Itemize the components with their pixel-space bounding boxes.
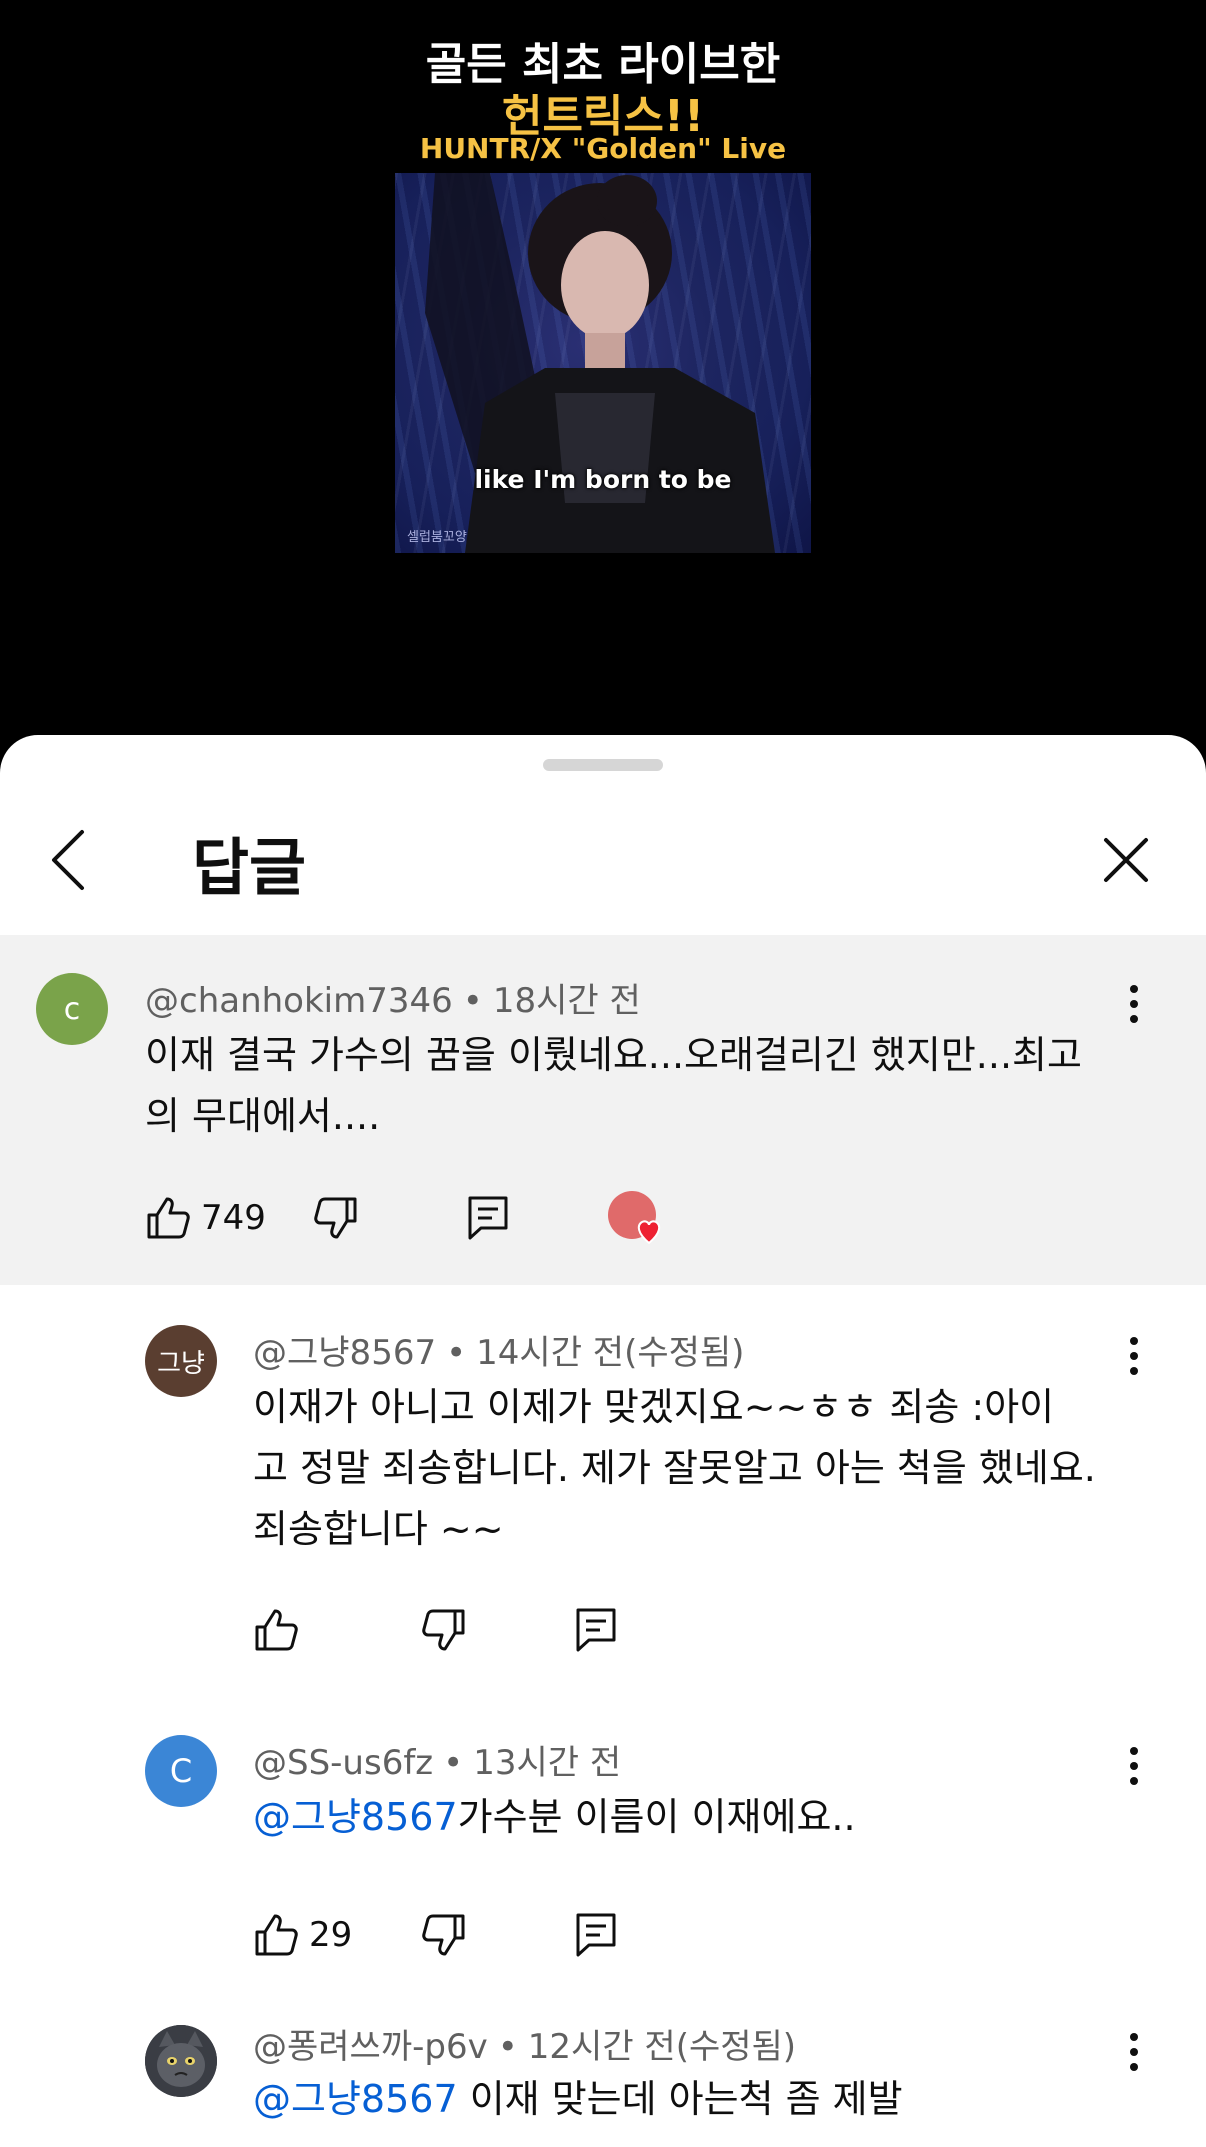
creator-heart <box>607 1185 677 1255</box>
dislike-button[interactable] <box>421 1900 467 1970</box>
dislike-button[interactable] <box>313 1183 359 1253</box>
mention-link[interactable]: @그냥8567 <box>253 2077 458 2121</box>
video-frame[interactable]: like I'm born to be 셀럽붐꼬양 <box>395 173 811 553</box>
more-vertical-icon <box>1130 1337 1138 1375</box>
meta-separator: • <box>446 1333 467 1373</box>
comment-text: @그냥8567가수분 이름이 이재에요.. <box>253 1787 1153 1848</box>
close-icon <box>1104 838 1148 882</box>
comment-time: 18시간 전 <box>492 981 641 1021</box>
comment-author[interactable]: @chanhokim7346 <box>145 981 453 1021</box>
meta-separator: • <box>497 2027 518 2067</box>
like-button[interactable]: 29 <box>253 1900 352 1970</box>
replies-sheet: 답글 c @chanhokim7346 • 18시간 전 이재 결국 가수의 꿈을 … <box>0 735 1206 2147</box>
comment-actions <box>253 1595 1053 1665</box>
avatar[interactable]: C <box>145 1735 217 1807</box>
heart-icon <box>608 1191 661 1245</box>
like-count: 749 <box>201 1198 266 1238</box>
dislike-button[interactable] <box>421 1595 467 1665</box>
reply-button[interactable] <box>467 1183 509 1253</box>
comment-text: 이재 결국 가수의 꿈을 이뤘네요...오래걸리긴 했지만...최고 의 무대에… <box>145 1025 1145 1147</box>
avatar[interactable]: 그냥 <box>145 1325 217 1397</box>
comment-text: 이재가 아니고 이제가 맞겠지요~~ㅎㅎ 죄송 :아이 고 정말 죄송합니다. … <box>253 1377 1153 1560</box>
like-count: 29 <box>309 1915 353 1955</box>
comment-text-body: 이재 맞는데 아는척 좀 제발 <box>457 2077 903 2121</box>
thumbs-down-icon <box>422 1914 465 1956</box>
comment-actions: 29 <box>253 1900 1053 1970</box>
comment-text: @그냥8567 이재 맞는데 아는척 좀 제발 <box>253 2069 1153 2130</box>
avatar-text: C <box>169 1752 193 1790</box>
comment-meta: @SS-us6fz • 13시간 전 <box>253 1735 621 1784</box>
back-button[interactable] <box>48 785 128 935</box>
video-player[interactable]: 골든 최초 라이브한 헌트릭스!! HUNTR/X "Golden" Live … <box>0 0 1206 740</box>
reply-icon <box>576 1608 616 1652</box>
comment-text-body: 가수분 이름이 이재에요.. <box>457 1795 856 1839</box>
sheet-header: 답글 <box>0 785 1206 936</box>
thumbs-up-icon <box>147 1197 190 1239</box>
video-watermark: 셀럽붐꼬양 <box>407 530 467 545</box>
comment-time: 14시간 전(수정됨) <box>476 1333 745 1373</box>
like-button[interactable] <box>253 1595 299 1665</box>
comment-text-line1: 이재 결국 가수의 꿈을 이뤘네요...오래걸리긴 했지만...최고 <box>145 1033 1082 1077</box>
comment-meta: @퐁려쓰까-p6v • 12시간 전(수정됨) <box>253 2019 796 2068</box>
comment-author[interactable]: @SS-us6fz <box>253 1743 433 1783</box>
drag-handle[interactable] <box>543 759 663 771</box>
thumbs-down-icon <box>422 1609 465 1651</box>
comment-text-line3: 죄송합니다 ~~ <box>253 1507 504 1551</box>
parent-comment: c @chanhokim7346 • 18시간 전 이재 결국 가수의 꿈을 이뤘네… <box>0 935 1206 1285</box>
reply-button[interactable] <box>575 1595 617 1665</box>
thumbs-up-icon <box>255 1609 298 1651</box>
meta-separator: • <box>462 981 483 1021</box>
comment-actions: 749 <box>145 1183 1145 1253</box>
mention-link[interactable]: @그냥8567 <box>253 1795 458 1839</box>
thumbs-up-icon <box>255 1914 298 1956</box>
chevron-left-icon <box>52 830 84 890</box>
more-vertical-icon <box>1130 1747 1138 1785</box>
reply-icon <box>576 1913 616 1957</box>
comment-author[interactable]: @그냥8567 <box>253 1333 436 1373</box>
reply-item: C @SS-us6fz • 13시간 전 @그냥8567가수분 이름이 이재에요..… <box>0 1695 1206 1985</box>
comment-text-line2: 의 무대에서.... <box>145 1094 381 1138</box>
comment-time: 13시간 전 <box>473 1743 622 1783</box>
meta-separator: • <box>443 1743 464 1783</box>
avatar-letter: c <box>63 991 81 1027</box>
comment-time: 12시간 전(수정됨) <box>527 2027 797 2067</box>
more-vertical-icon <box>1130 2033 1138 2071</box>
comment-meta: @chanhokim7346 • 18시간 전 <box>145 973 641 1022</box>
cat-avatar-icon <box>145 2025 217 2097</box>
avatar[interactable] <box>145 2025 217 2097</box>
avatar-text: 그냥 <box>157 1348 205 1379</box>
video-caption: like I'm born to be <box>474 465 732 494</box>
comment-author[interactable]: @퐁려쓰까-p6v <box>253 2027 488 2067</box>
more-vertical-icon <box>1130 985 1138 1023</box>
reply-icon <box>468 1196 508 1240</box>
reply-button[interactable] <box>575 1900 617 1970</box>
comment-text-line1: 이재가 아니고 이제가 맞겠지요~~ㅎㅎ 죄송 :아이 <box>253 1385 1055 1429</box>
page-title: 답글 <box>192 831 307 904</box>
thumbs-down-icon <box>314 1197 357 1239</box>
like-button[interactable]: 749 <box>145 1183 266 1253</box>
performer-silhouette <box>425 173 775 553</box>
comment-meta: @그냥8567 • 14시간 전(수정됨) <box>253 1325 744 1374</box>
reply-item: @퐁려쓰까-p6v • 12시간 전(수정됨) @그냥8567 이재 맞는데 아는척… <box>0 1985 1206 2147</box>
reply-item: 그냥 @그냥8567 • 14시간 전(수정됨) 이재가 아니고 이제가 맞겠지요~… <box>0 1285 1206 1685</box>
close-button[interactable] <box>1092 785 1160 935</box>
avatar[interactable]: c <box>36 973 108 1045</box>
video-title-line3: HUNTR/X "Golden" Live <box>419 132 787 165</box>
comment-text-line2: 고 정말 죄송합니다. 제가 잘못알고 아는 척을 했네요. <box>253 1446 1096 1490</box>
